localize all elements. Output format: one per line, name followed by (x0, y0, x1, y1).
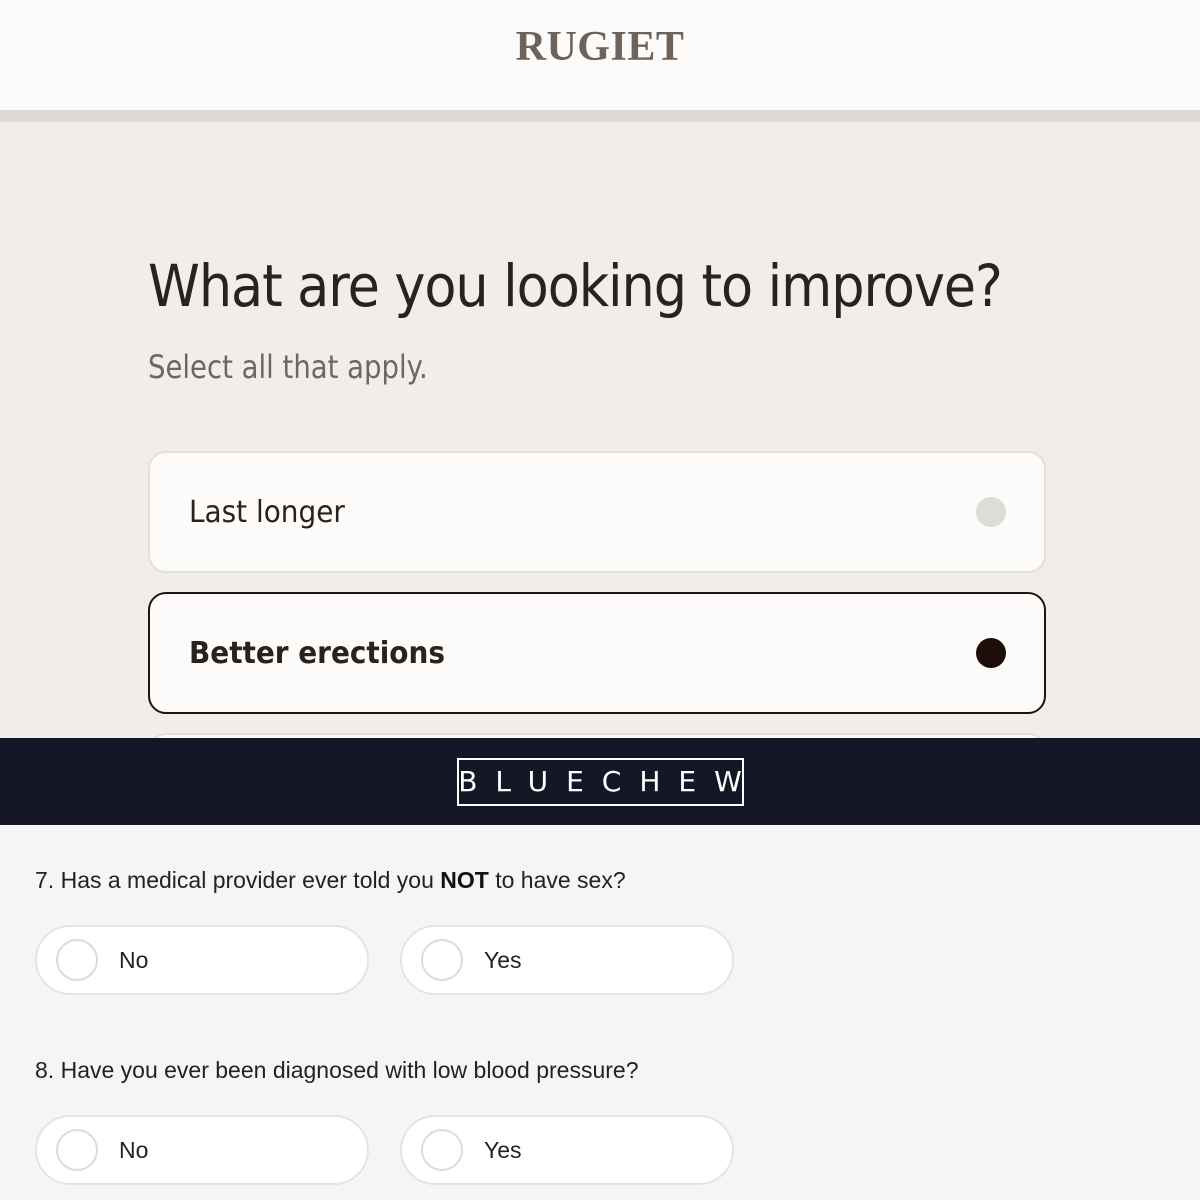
option-label: No (119, 946, 149, 973)
radio-icon[interactable] (421, 1129, 463, 1171)
rugiet-header: RUGIET (0, 0, 1200, 110)
radio-icon[interactable] (56, 939, 98, 981)
question-emphasis: NOT (440, 867, 489, 893)
radio-icon[interactable] (56, 1129, 98, 1171)
option-label: No (119, 1136, 149, 1163)
q8-option-no[interactable]: No (35, 1115, 369, 1185)
checkbox-dot-icon[interactable] (976, 497, 1006, 527)
rugiet-logo[interactable]: RUGIET (516, 23, 685, 71)
checkbox-dot-icon[interactable] (976, 638, 1006, 668)
question-text: Have you ever been diagnosed with low bl… (60, 1057, 639, 1083)
bluechew-question-panel: 7. Has a medical provider ever told you … (0, 825, 1200, 1200)
question-7: 7. Has a medical provider ever told you … (35, 867, 626, 894)
bluechew-header: BLUECHEW (0, 738, 1200, 825)
progress-bar (0, 110, 1200, 122)
rugiet-question-panel: What are you looking to improve? Select … (0, 122, 1200, 738)
option-label: Yes (484, 1136, 522, 1163)
option-label: Better erections (189, 635, 445, 671)
option-better-erections[interactable]: Better erections (148, 592, 1046, 714)
q8-option-yes[interactable]: Yes (400, 1115, 734, 1185)
question-number: 8. (35, 1057, 55, 1083)
q7-option-yes[interactable]: Yes (400, 925, 734, 995)
question-subtitle: Select all that apply. (148, 348, 428, 386)
option-label: Last longer (189, 494, 345, 530)
question-title: What are you looking to improve? (148, 252, 1003, 320)
question-text-end: to have sex? (495, 867, 626, 893)
radio-icon[interactable] (421, 939, 463, 981)
q7-option-no[interactable]: No (35, 925, 369, 995)
option-last-longer[interactable]: Last longer (148, 451, 1046, 573)
option-label: Yes (484, 946, 522, 973)
question-8: 8. Have you ever been diagnosed with low… (35, 1057, 639, 1084)
question-number: 7. (35, 867, 55, 893)
question-text: Has a medical provider ever told you (60, 867, 434, 893)
bluechew-logo[interactable]: BLUECHEW (456, 757, 744, 806)
